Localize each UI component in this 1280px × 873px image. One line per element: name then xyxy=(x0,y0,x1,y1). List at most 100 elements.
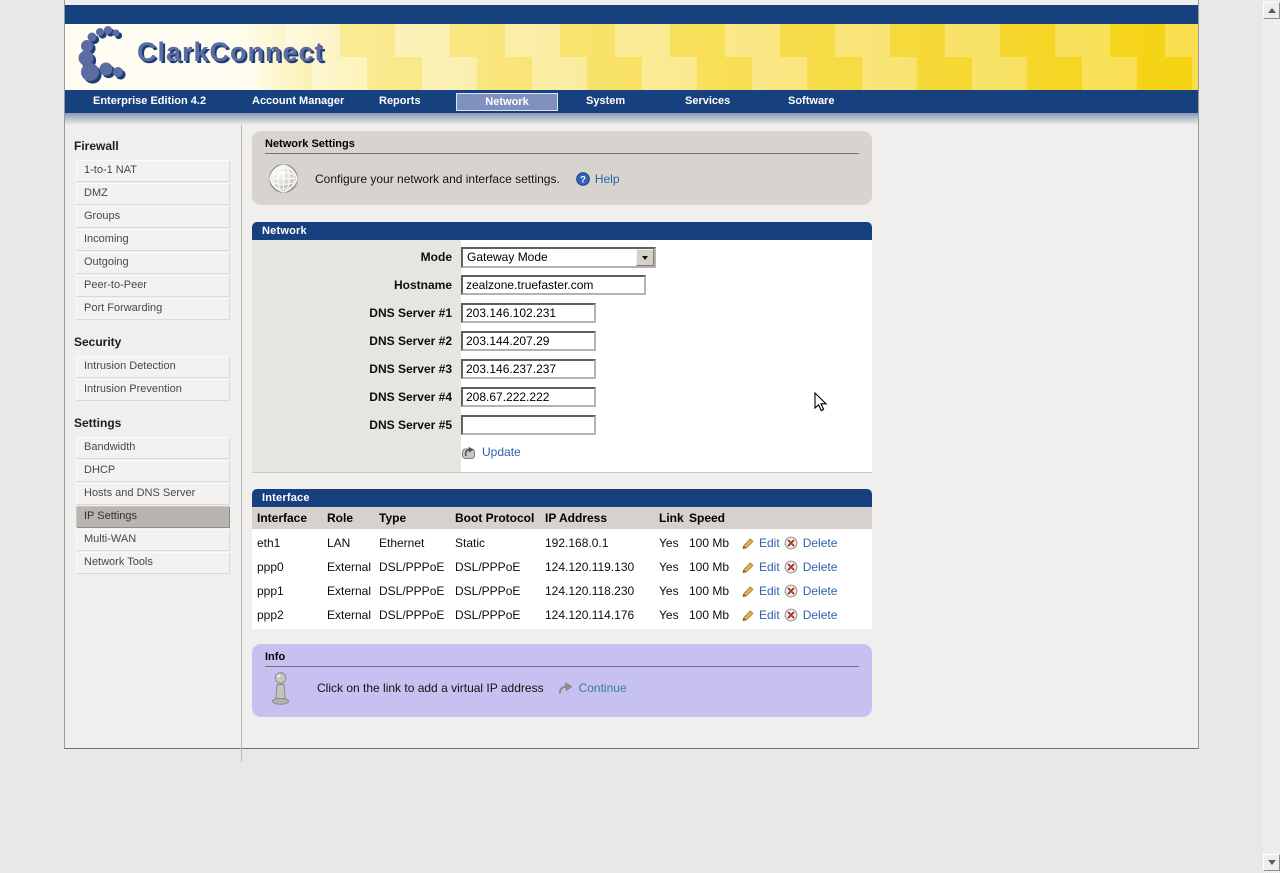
network-panel-header: Network xyxy=(252,222,872,240)
help-link[interactable]: ? Help xyxy=(576,172,620,186)
sidebar-item-ip-settings[interactable]: IP Settings xyxy=(76,506,229,527)
delete-icon xyxy=(784,536,798,550)
cell-role: External xyxy=(322,603,374,629)
scroll-down-button[interactable] xyxy=(1263,854,1280,871)
cell-interface: ppp0 xyxy=(252,555,322,579)
sidebar-item-network-tools[interactable]: Network Tools xyxy=(76,552,229,573)
cell-role: External xyxy=(322,579,374,603)
hostname-input[interactable] xyxy=(461,275,646,295)
dns-server-3-input[interactable] xyxy=(461,359,596,379)
sidebar-item-peer-to-peer[interactable]: Peer-to-Peer xyxy=(76,275,229,296)
network-panel: Network Mode Gateway Mode Hostname DNS S… xyxy=(252,222,872,473)
info-icon xyxy=(270,671,291,705)
cell-boot-protocol: DSL/PPPoE xyxy=(450,579,540,603)
sidebar-item-port-forwarding[interactable]: Port Forwarding xyxy=(76,298,229,319)
delete-icon xyxy=(784,584,798,598)
table-row: ppp0 External DSL/PPPoE DSL/PPPoE 124.12… xyxy=(252,555,872,579)
cell-speed: 100 Mb xyxy=(684,603,736,629)
cell-boot-protocol: DSL/PPPoE xyxy=(450,603,540,629)
delete-link[interactable]: Delete xyxy=(784,536,838,550)
sidebar-item-dmz[interactable]: DMZ xyxy=(76,183,229,204)
nav-item-account-manager[interactable]: Account Manager xyxy=(252,90,344,113)
sidebar-item-outgoing[interactable]: Outgoing xyxy=(76,252,229,273)
logo-dots-icon xyxy=(75,25,131,87)
edit-link[interactable]: Edit xyxy=(741,560,780,574)
cell-speed: 100 Mb xyxy=(684,579,736,603)
app-window: ClarkConnect Enterprise Edition 4.2 Acco… xyxy=(64,0,1199,749)
continue-link[interactable]: Continue xyxy=(557,681,627,695)
sidebar-heading-security: Security xyxy=(74,335,241,349)
edit-link[interactable]: Edit xyxy=(741,536,780,550)
edit-label: Edit xyxy=(759,584,780,598)
dns-server-2-label: DNS Server #2 xyxy=(252,334,461,348)
help-label: Help xyxy=(595,172,620,186)
col-role: Role xyxy=(322,507,374,530)
sidebar-section-firewall: Firewall 1-to-1 NAT DMZ Groups Incoming … xyxy=(65,139,241,319)
sidebar-item-dhcp[interactable]: DHCP xyxy=(76,460,229,481)
mode-select-dropdown-button[interactable] xyxy=(636,249,654,266)
cell-speed: 100 Mb xyxy=(684,555,736,579)
network-panel-body: Mode Gateway Mode Hostname DNS Server #1… xyxy=(252,240,872,473)
nav-item-reports[interactable]: Reports xyxy=(379,90,421,113)
table-row: eth1 LAN Ethernet Static 192.168.0.1 Yes… xyxy=(252,530,872,555)
nav-item-services[interactable]: Services xyxy=(685,90,730,113)
col-link: Link xyxy=(654,507,684,530)
arrow-down-icon xyxy=(1268,860,1276,869)
nav-item-network[interactable]: Network xyxy=(456,93,558,111)
sidebar-item-incoming[interactable]: Incoming xyxy=(76,229,229,250)
delete-link[interactable]: Delete xyxy=(784,560,838,574)
sidebar-item-intrusion-prevention[interactable]: Intrusion Prevention xyxy=(76,379,229,400)
dns-server-2-input[interactable] xyxy=(461,331,596,351)
edit-link[interactable]: Edit xyxy=(741,608,780,622)
delete-label: Delete xyxy=(803,560,838,574)
sidebar-item-intrusion-detection[interactable]: Intrusion Detection xyxy=(76,356,229,377)
svg-text:?: ? xyxy=(580,174,586,185)
update-link[interactable]: Update xyxy=(461,444,521,460)
nav-item-system[interactable]: System xyxy=(586,90,625,113)
cell-interface: ppp1 xyxy=(252,579,322,603)
dns-server-5-input[interactable] xyxy=(461,415,596,435)
pencil-icon xyxy=(741,609,754,622)
info-title: Info xyxy=(265,651,859,663)
update-label: Update xyxy=(482,445,521,459)
help-icon: ? xyxy=(576,172,590,186)
interface-panel: Interface Interface Role Type Boot Proto… xyxy=(252,489,872,629)
cell-link: Yes xyxy=(654,555,684,579)
dns-server-1-label: DNS Server #1 xyxy=(252,306,461,320)
dns-server-4-label: DNS Server #4 xyxy=(252,390,461,404)
table-row: ppp2 External DSL/PPPoE DSL/PPPoE 124.12… xyxy=(252,603,872,629)
globe-icon xyxy=(268,163,299,194)
mode-select[interactable]: Gateway Mode xyxy=(461,247,656,268)
vertical-scrollbar[interactable] xyxy=(1263,0,1280,873)
header-banner: ClarkConnect xyxy=(65,24,1198,90)
nav-shadow xyxy=(65,113,1198,125)
dns-server-4-input[interactable] xyxy=(461,387,596,407)
delete-icon xyxy=(784,608,798,622)
cell-boot-protocol: Static xyxy=(450,530,540,555)
chevron-down-icon xyxy=(642,256,648,263)
sidebar-item-groups[interactable]: Groups xyxy=(76,206,229,227)
delete-link[interactable]: Delete xyxy=(784,608,838,622)
scroll-up-button[interactable] xyxy=(1263,2,1280,19)
edit-link[interactable]: Edit xyxy=(741,584,780,598)
settings-description: Configure your network and interface set… xyxy=(315,172,560,186)
cell-ip-address: 192.168.0.1 xyxy=(540,530,654,555)
sidebar-item-hosts-and-dns-server[interactable]: Hosts and DNS Server xyxy=(76,483,229,504)
cell-interface: ppp2 xyxy=(252,603,322,629)
cell-link: Yes xyxy=(654,579,684,603)
sidebar-item-multi-wan[interactable]: Multi-WAN xyxy=(76,529,229,550)
title-rule xyxy=(265,666,859,667)
sidebar-heading-settings: Settings xyxy=(74,416,241,430)
info-panel: Info Click on the link to add a virtual … xyxy=(252,644,872,717)
sidebar-item-1-to-1-nat[interactable]: 1-to-1 NAT xyxy=(76,160,229,181)
cell-type: DSL/PPPoE xyxy=(374,579,450,603)
table-header-row: Interface Role Type Boot Protocol IP Add… xyxy=(252,507,872,530)
delete-link[interactable]: Delete xyxy=(784,584,838,598)
dns-server-1-input[interactable] xyxy=(461,303,596,323)
info-message: Click on the link to add a virtual IP ad… xyxy=(317,681,544,695)
nav-item-software[interactable]: Software xyxy=(788,90,834,113)
sidebar-item-bandwidth[interactable]: Bandwidth xyxy=(76,437,229,458)
cell-role: LAN xyxy=(322,530,374,555)
col-type: Type xyxy=(374,507,450,530)
edit-label: Edit xyxy=(759,536,780,550)
